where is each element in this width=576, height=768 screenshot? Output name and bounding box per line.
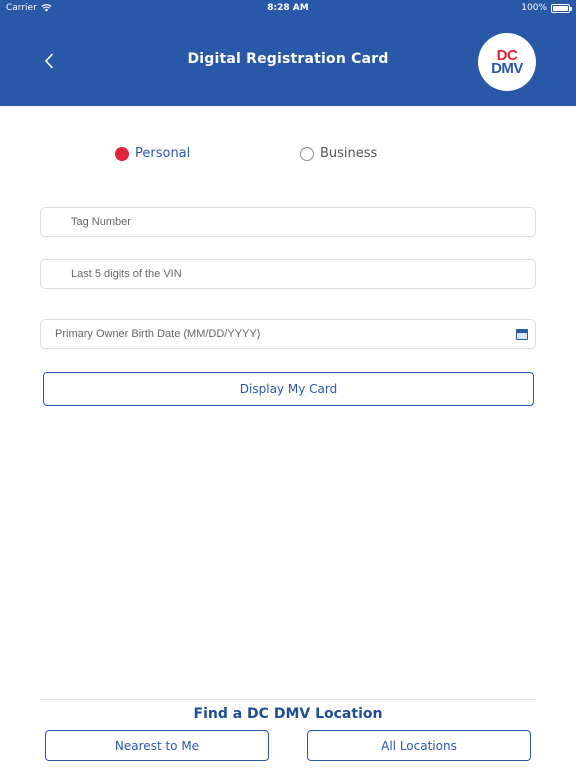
radio-selected-icon <box>115 146 129 161</box>
radio-business-label: Business <box>320 146 378 161</box>
tag-number-placeholder: Tag Number <box>71 216 131 228</box>
status-time: 8:28 AM <box>267 3 309 13</box>
dc-dmv-logo: DC DMV <box>478 33 536 91</box>
registration-type-radio-group: Personal Business <box>0 146 576 166</box>
radio-personal[interactable]: Personal <box>115 146 190 161</box>
section-divider <box>40 699 536 700</box>
birth-date-placeholder: Primary Owner Birth Date (MM/DD/YYYY) <box>55 328 261 340</box>
calendar-icon[interactable] <box>516 329 528 340</box>
nearest-to-me-button[interactable]: Nearest to Me <box>45 730 269 761</box>
radio-business[interactable]: Business <box>300 146 377 161</box>
tag-number-input[interactable]: Tag Number <box>40 207 536 237</box>
radio-personal-label: Personal <box>135 146 191 161</box>
display-my-card-button[interactable]: Display My Card <box>43 372 534 406</box>
battery-percent: 100% <box>521 3 547 13</box>
birth-date-input[interactable]: Primary Owner Birth Date (MM/DD/YYYY) <box>40 319 536 349</box>
status-battery: 100% <box>521 3 572 13</box>
radio-unselected-icon <box>300 146 314 161</box>
status-bar: Carrier 8:28 AM 100% <box>0 0 576 18</box>
find-location-title: Find a DC DMV Location <box>193 706 383 722</box>
vin-input[interactable]: Last 5 digits of the VIN <box>40 259 536 289</box>
logo-dmv-text: DMV <box>491 60 523 77</box>
all-locations-button[interactable]: All Locations <box>307 730 531 761</box>
battery-icon <box>551 3 572 13</box>
app-header: Carrier 8:28 AM 100% Digital Registratio… <box>0 0 576 106</box>
vin-placeholder: Last 5 digits of the VIN <box>71 268 182 280</box>
